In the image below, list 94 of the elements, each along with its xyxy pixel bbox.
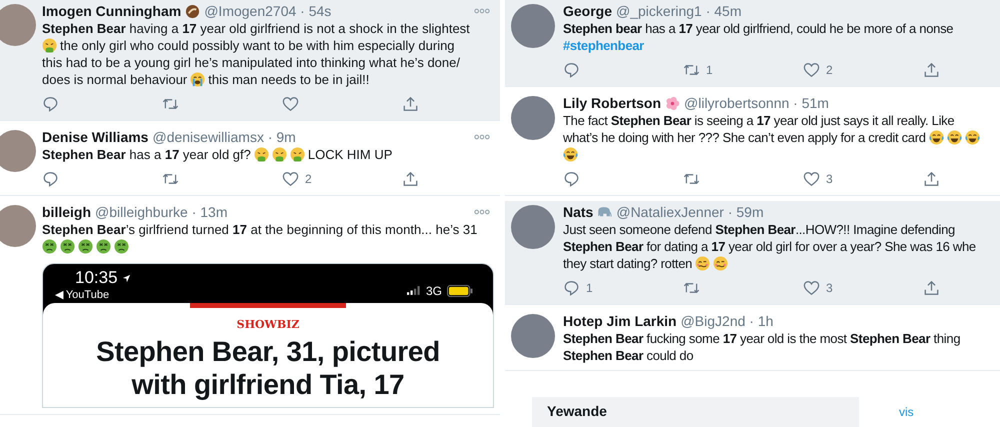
share-icon[interactable]	[923, 62, 940, 78]
user-name[interactable]: Hotep Jim Larkin	[563, 312, 677, 330]
sick-face-icon	[60, 239, 75, 254]
user-name[interactable]: Imogen Cunningham	[42, 2, 182, 20]
network-label: 3G	[426, 284, 442, 298]
sick-face-icon	[78, 239, 93, 254]
retweet-icon[interactable]	[162, 96, 179, 112]
tweet-text: Stephen Bear for dating a 17 year old girl for over a year? She was 16 whe	[563, 238, 976, 255]
back-to-app-link[interactable]: ◀ YouTube	[55, 288, 131, 301]
avatar-placeholder[interactable]	[511, 96, 555, 140]
tweet-text: Stephen bear has a 17 year old girlfriend, could he be more of a nonse	[563, 20, 954, 37]
more-icon[interactable]	[474, 209, 490, 215]
blossom-icon	[665, 96, 680, 110]
action-count: 2	[305, 172, 312, 186]
tweet-text: The fact Stephen Bear is seeing a 17 year old just says it all really. Like	[563, 112, 954, 129]
laughing-face-icon	[928, 130, 944, 145]
avatar-placeholder[interactable]	[511, 314, 555, 358]
crying-face-icon	[190, 72, 206, 87]
user-name[interactable]: Denise Williams	[42, 128, 148, 146]
action-count: 2	[826, 63, 833, 77]
tweet-text: Just seen someone defend Stephen Bear...HOW?!! Imagine defending	[563, 221, 955, 238]
retweet-icon[interactable]	[683, 280, 700, 296]
user-name[interactable]: Lily Robertson	[563, 94, 662, 112]
action-count: 1	[706, 63, 713, 77]
handle-and-time: @_pickering1 · 45m	[616, 2, 742, 20]
avatar-placeholder[interactable]	[511, 205, 555, 249]
retweet-icon[interactable]	[683, 171, 700, 187]
clock-time: 10:35	[75, 268, 118, 288]
share-icon[interactable]	[923, 171, 940, 187]
handle-and-time: @BigJ2nd · 1h	[680, 312, 774, 330]
tweet-text: Stephen Bear fucking some 17 year old is the most Stephen Bear thing	[563, 330, 960, 347]
article-headline: Stephen Bear, 31, pictured with girlfriend Tia, 17	[95, 335, 441, 401]
location-arrow-icon	[122, 274, 131, 282]
laughing-face-icon	[563, 147, 578, 162]
sick-face-icon	[114, 239, 129, 254]
tweet-text: what’s he doing with her ??? She can’t even apply for a credit card	[563, 129, 926, 146]
reply-icon[interactable]	[563, 171, 580, 187]
woozy-face-icon	[713, 256, 728, 271]
avatar-placeholder[interactable]	[0, 4, 36, 46]
tweet-text: Stephen Bear’s girlfriend turned 17 at the beginning of this month... he’s 31	[42, 221, 478, 238]
coconut-icon	[185, 4, 200, 18]
reply-icon[interactable]	[42, 96, 59, 112]
heart-icon[interactable]	[803, 171, 820, 187]
user-name[interactable]: Nats	[563, 203, 594, 221]
avatar-placeholder[interactable]	[511, 4, 555, 48]
tweet-text: the only girl who could possibly want to be with him especially during	[60, 37, 455, 54]
panel-title: Yewande	[547, 403, 607, 419]
woozy-face-icon	[695, 256, 710, 271]
signal-icon	[406, 286, 421, 295]
handle-and-time: @Imogen2704 · 54s	[204, 2, 332, 20]
heart-icon[interactable]	[803, 280, 820, 296]
sick-face-icon	[96, 239, 111, 254]
retweet-icon[interactable]	[162, 171, 179, 187]
action-count: 3	[826, 172, 833, 186]
share-icon[interactable]	[402, 171, 419, 187]
handle-and-time: @billeighburke · 13m	[95, 203, 228, 221]
action-count: 3	[826, 281, 833, 295]
section-label: SHOWBIZ	[236, 318, 300, 331]
retweet-icon[interactable]	[683, 62, 700, 78]
reply-icon[interactable]	[563, 280, 580, 296]
user-name[interactable]: George	[563, 2, 612, 20]
vomiting-face-icon	[290, 147, 305, 162]
laughing-face-icon	[946, 130, 962, 145]
heart-icon[interactable]	[282, 96, 299, 112]
handle-and-time: @lilyrobertsonnn · 51m	[684, 94, 829, 112]
avatar-placeholder[interactable]	[0, 205, 36, 247]
tweet-text: this had to be a young girl he’s manipulated into thinking what he’s done/	[42, 54, 460, 71]
reply-icon[interactable]	[563, 62, 580, 78]
vomiting-face-icon	[272, 147, 287, 162]
tweet-text: Stephen Bear could do	[563, 347, 694, 364]
laughing-face-icon	[964, 130, 980, 145]
battery-icon	[447, 284, 473, 296]
vomiting-face-icon	[254, 147, 269, 162]
handle-and-time: @NataliexJenner · 59m	[616, 203, 764, 221]
heart-icon[interactable]	[282, 171, 299, 187]
avatar-placeholder[interactable]	[0, 130, 36, 172]
tweet-text: they start dating? rotten	[563, 255, 692, 272]
share-icon[interactable]	[402, 96, 419, 112]
tweet-text: Stephen Bear has a 17 year old gf?	[42, 146, 251, 163]
heart-icon[interactable]	[803, 62, 820, 78]
vomiting-face-icon	[42, 38, 57, 53]
action-count: 1	[586, 281, 593, 295]
sick-face-icon	[42, 239, 57, 254]
more-icon[interactable]	[474, 8, 490, 14]
tweet-text: does is normal behaviour	[42, 71, 188, 88]
reply-icon[interactable]	[42, 171, 59, 187]
elephant-icon	[597, 204, 612, 220]
tweet-text: Stephen Bear having a 17 year old girlfriend is not a shock in the slightest	[42, 20, 470, 37]
share-icon[interactable]	[923, 280, 940, 296]
tweet-text: this man needs to be in jail!!	[208, 71, 370, 88]
handle-and-time: @denisewilliamsx · 9m	[152, 128, 296, 146]
more-icon[interactable]	[474, 134, 490, 140]
tweet-text: LOCK HIM UP	[308, 146, 392, 163]
user-name[interactable]: billeigh	[42, 203, 91, 221]
